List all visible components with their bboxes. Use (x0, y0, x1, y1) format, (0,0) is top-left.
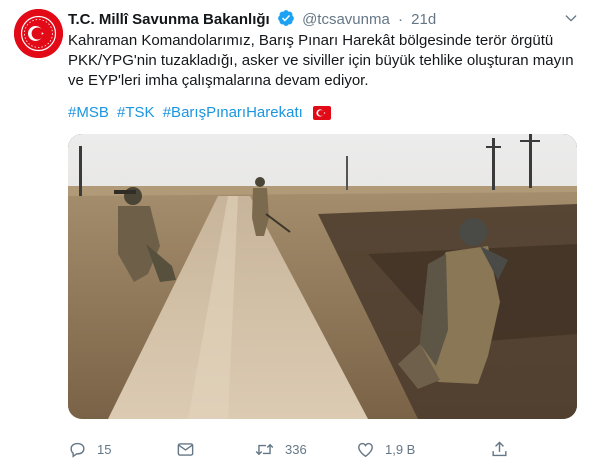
direct-message-icon (177, 442, 194, 456)
hashtag-baris-pinari-harekati[interactable]: #BarışPınarıHarekatı (163, 104, 303, 121)
retweet-count: 336 (285, 441, 307, 457)
tweet-text: Kahraman Komandolarımız, Barış Pınarı Ha… (68, 32, 574, 89)
separator-dot: · (398, 11, 403, 28)
like-count: 1,9 B (385, 441, 416, 457)
tweet-actions: 15 336 1,9 B (68, 438, 583, 460)
tweet-timestamp[interactable]: 21d (411, 11, 436, 28)
avatar[interactable] (14, 9, 63, 58)
hashtag-msb[interactable]: #MSB (68, 104, 109, 121)
hashtag-row: #MSB #TSK #BarışPınarıHarekatı (68, 103, 331, 126)
tweet-card[interactable]: T.C. Millî Savunma Bakanlığı @tcsavunma … (0, 0, 591, 473)
reply-icon (70, 442, 85, 458)
verified-badge-icon (277, 9, 295, 33)
soldiers-video-frame-image (68, 134, 577, 419)
tweet-header: T.C. Millî Savunma Bakanlığı @tcsavunma … (68, 9, 436, 29)
retweet-icon (255, 443, 274, 455)
turkey-flag-icon (312, 106, 331, 126)
like-button[interactable]: 1,9 B (356, 438, 415, 460)
heart-icon (358, 442, 373, 457)
account-name[interactable]: T.C. Millî Savunma Bakanlığı (68, 11, 270, 28)
direct-message-button[interactable] (176, 438, 195, 460)
share-button[interactable] (490, 438, 509, 460)
reply-button[interactable]: 15 (68, 438, 111, 460)
hashtag-tsk[interactable]: #TSK (117, 104, 155, 121)
retweet-button[interactable]: 336 (254, 438, 307, 460)
ministry-emblem-icon (14, 9, 63, 58)
chevron-down-icon[interactable] (563, 10, 579, 31)
reply-count: 15 (97, 441, 112, 457)
tweet-media-video[interactable] (68, 134, 577, 419)
account-handle[interactable]: @tcsavunma (302, 11, 390, 28)
share-icon (492, 440, 507, 456)
